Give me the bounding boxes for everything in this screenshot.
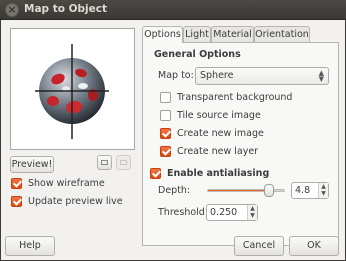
depth-slider-handle[interactable] <box>263 184 274 197</box>
depth-label: Depth: <box>158 185 191 196</box>
options-tab-page: General Options Map to: Sphere ▲ ▼ Transp… <box>142 42 339 246</box>
close-icon[interactable]: × <box>5 3 19 17</box>
checkbox-checked-icon <box>160 145 171 157</box>
checkbox-checked-icon <box>160 127 171 139</box>
sphere-preview-image <box>35 44 109 139</box>
spin-arrows-icon[interactable]: ▲ ▼ <box>247 205 257 220</box>
map-to-select[interactable]: Sphere ▲ ▼ <box>195 67 329 85</box>
update-preview-live-checkbox[interactable]: Update preview live <box>11 194 123 208</box>
create-new-image-checkbox[interactable]: Create new image <box>160 126 264 140</box>
preview-area <box>10 28 135 150</box>
ok-button[interactable]: OK <box>289 236 339 256</box>
threshold-value: 0.250 <box>210 207 238 218</box>
checkbox-checked-icon <box>150 167 161 179</box>
depth-slider-fill <box>208 190 269 191</box>
tab-options[interactable]: Options <box>142 26 183 43</box>
window-icon <box>120 160 127 165</box>
cancel-button[interactable]: Cancel <box>234 236 284 256</box>
zoom-out-button[interactable] <box>97 155 112 170</box>
zoom-in-button[interactable] <box>116 155 131 170</box>
help-button[interactable]: Help <box>5 236 55 256</box>
checkbox-checked-icon <box>11 195 22 207</box>
spin-arrows-icon[interactable]: ▲ ▼ <box>318 183 328 198</box>
threshold-spinbutton[interactable]: 0.250 ▲ ▼ <box>206 204 258 221</box>
depth-slider[interactable] <box>207 184 285 197</box>
enable-antialiasing-label: Enable antialiasing <box>167 167 270 179</box>
transparent-background-label: Transparent background <box>177 91 293 103</box>
depth-value: 4.8 <box>295 185 311 196</box>
map-to-value: Sphere <box>200 70 234 81</box>
checkbox-unchecked-icon <box>160 109 171 121</box>
create-new-layer-checkbox[interactable]: Create new layer <box>160 144 258 158</box>
window-icon <box>101 160 108 165</box>
show-wireframe-label: Show wireframe <box>28 177 105 189</box>
up-down-arrows-icon: ▲ ▼ <box>318 69 324 83</box>
depth-spinbutton[interactable]: 4.8 ▲ ▼ <box>291 182 329 199</box>
checkbox-unchecked-icon <box>160 91 171 103</box>
transparent-background-checkbox[interactable]: Transparent background <box>160 90 292 104</box>
general-options-heading: General Options <box>154 49 241 60</box>
create-new-image-label: Create new image <box>177 127 264 139</box>
map-to-label: Map to: <box>158 70 194 81</box>
tab-light[interactable]: Light <box>183 26 211 42</box>
title-bar: × Map to Object <box>0 0 346 20</box>
checkbox-checked-icon <box>11 177 22 189</box>
threshold-label: Threshold: <box>158 207 209 218</box>
show-wireframe-checkbox[interactable]: Show wireframe <box>11 176 105 190</box>
tile-source-image-checkbox[interactable]: Tile source image <box>160 108 261 122</box>
enable-antialiasing-checkbox[interactable]: Enable antialiasing <box>150 166 269 180</box>
preview-button[interactable]: Preview! <box>10 156 54 173</box>
tile-source-image-label: Tile source image <box>177 109 261 121</box>
tab-orientation[interactable]: Orientation <box>254 26 310 42</box>
create-new-layer-label: Create new layer <box>177 145 259 157</box>
window-title: Map to Object <box>24 3 108 15</box>
dialog-body: Preview! Show wireframe Update preview l… <box>1 20 345 260</box>
update-preview-live-label: Update preview live <box>28 195 123 207</box>
tab-material[interactable]: Material <box>211 26 254 42</box>
